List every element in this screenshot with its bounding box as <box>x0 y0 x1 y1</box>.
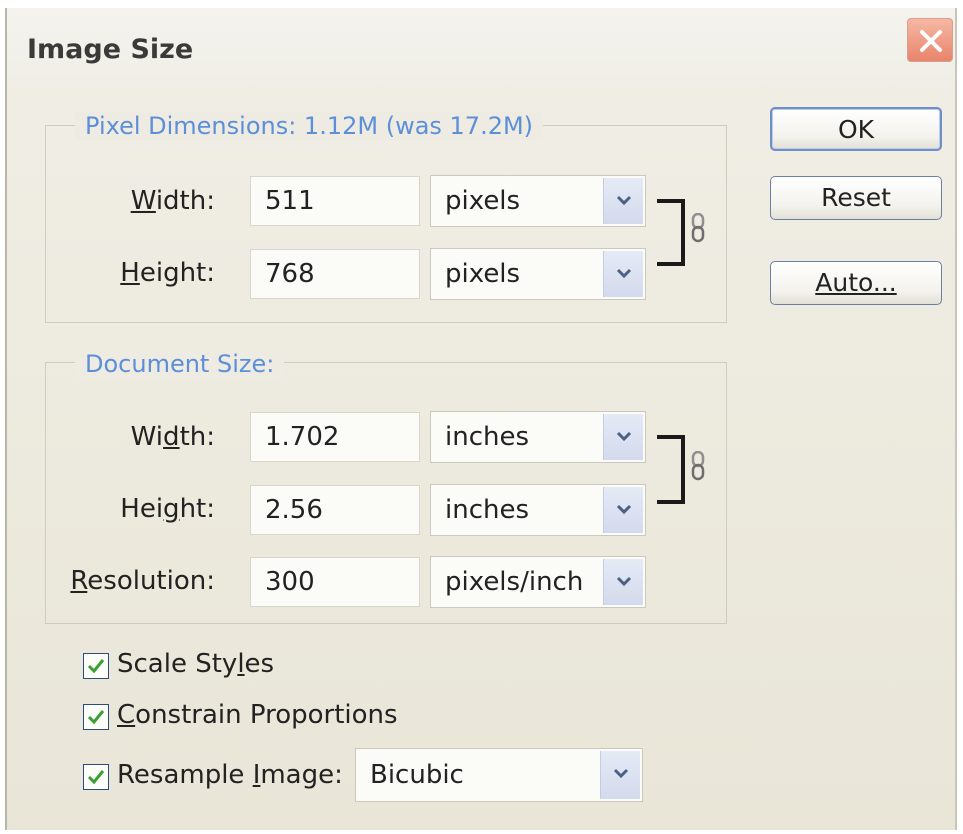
pixel-width-unit-value: pixels <box>445 186 521 216</box>
doc-height-unit-dropdown[interactable] <box>603 487 643 533</box>
pixel-dimensions-title: Pixel Dimensions: 1.12M (was 17.2M) <box>75 112 544 140</box>
close-icon <box>920 30 942 52</box>
close-button[interactable] <box>907 18 953 62</box>
pixel-height-label: Height: <box>120 258 215 288</box>
document-link-bracket <box>657 435 685 504</box>
pixel-height-unit-select[interactable]: pixels <box>430 248 646 300</box>
resample-method-select[interactable]: Bicubic <box>355 748 643 802</box>
title-bar: Image Size <box>7 8 955 88</box>
doc-width-label: Width: <box>130 422 215 452</box>
doc-width-unit-dropdown[interactable] <box>603 414 643 460</box>
scale-styles-checkbox[interactable] <box>83 653 109 679</box>
doc-width-unit-select[interactable]: inches <box>430 411 646 463</box>
resample-method-dropdown[interactable] <box>600 751 640 799</box>
chevron-down-icon <box>616 268 632 279</box>
pixel-height-input[interactable]: 768 <box>250 249 420 299</box>
chevron-down-icon <box>616 431 632 442</box>
constrain-proportions-checkbox[interactable] <box>83 704 109 730</box>
resolution-input[interactable]: 300 <box>250 557 420 607</box>
chevron-down-icon <box>616 195 632 206</box>
resample-image-checkbox[interactable] <box>83 764 109 790</box>
pixel-height-unit-dropdown[interactable] <box>603 251 643 297</box>
checkmark-icon <box>87 659 105 674</box>
chain-link-icon <box>691 451 705 481</box>
pixel-height-unit-value: pixels <box>445 259 521 289</box>
resample-image-label[interactable]: Resample Image: <box>117 760 343 790</box>
doc-height-label: Height: <box>120 494 215 524</box>
pixel-width-unit-select[interactable]: pixels <box>430 175 646 227</box>
window-title: Image Size <box>27 34 194 65</box>
pixel-width-unit-dropdown[interactable] <box>603 178 643 224</box>
checkmark-icon <box>87 770 105 785</box>
reset-button[interactable]: Reset <box>770 176 942 220</box>
resolution-unit-value: pixels/inch <box>445 567 584 597</box>
pixel-width-label: Width: <box>130 186 215 216</box>
image-size-dialog: Image Size Pixel Dimensions: 1.12M (was … <box>5 8 957 830</box>
pixel-link-bracket <box>657 199 685 266</box>
chevron-down-icon <box>616 576 632 587</box>
chevron-down-icon <box>613 768 629 779</box>
resolution-unit-dropdown[interactable] <box>603 559 643 605</box>
doc-height-unit-value: inches <box>445 495 530 525</box>
doc-width-unit-value: inches <box>445 422 530 452</box>
document-size-title: Document Size: <box>75 350 285 378</box>
doc-height-input[interactable]: 2.56 <box>250 485 420 535</box>
resample-method-value: Bicubic <box>370 760 464 790</box>
chevron-down-icon <box>616 504 632 515</box>
ok-button[interactable]: OK <box>770 107 942 151</box>
auto-button[interactable]: Auto... <box>770 261 942 305</box>
checkmark-icon <box>87 710 105 725</box>
scale-styles-label[interactable]: Scale Styles <box>117 649 274 679</box>
doc-height-unit-select[interactable]: inches <box>430 484 646 536</box>
chain-link-icon <box>691 213 705 243</box>
constrain-proportions-label[interactable]: Constrain Proportions <box>117 700 398 730</box>
resolution-label: Resolution: <box>70 566 215 596</box>
pixel-width-input[interactable]: 511 <box>250 176 420 226</box>
doc-width-input[interactable]: 1.702 <box>250 412 420 462</box>
resolution-unit-select[interactable]: pixels/inch <box>430 556 646 608</box>
